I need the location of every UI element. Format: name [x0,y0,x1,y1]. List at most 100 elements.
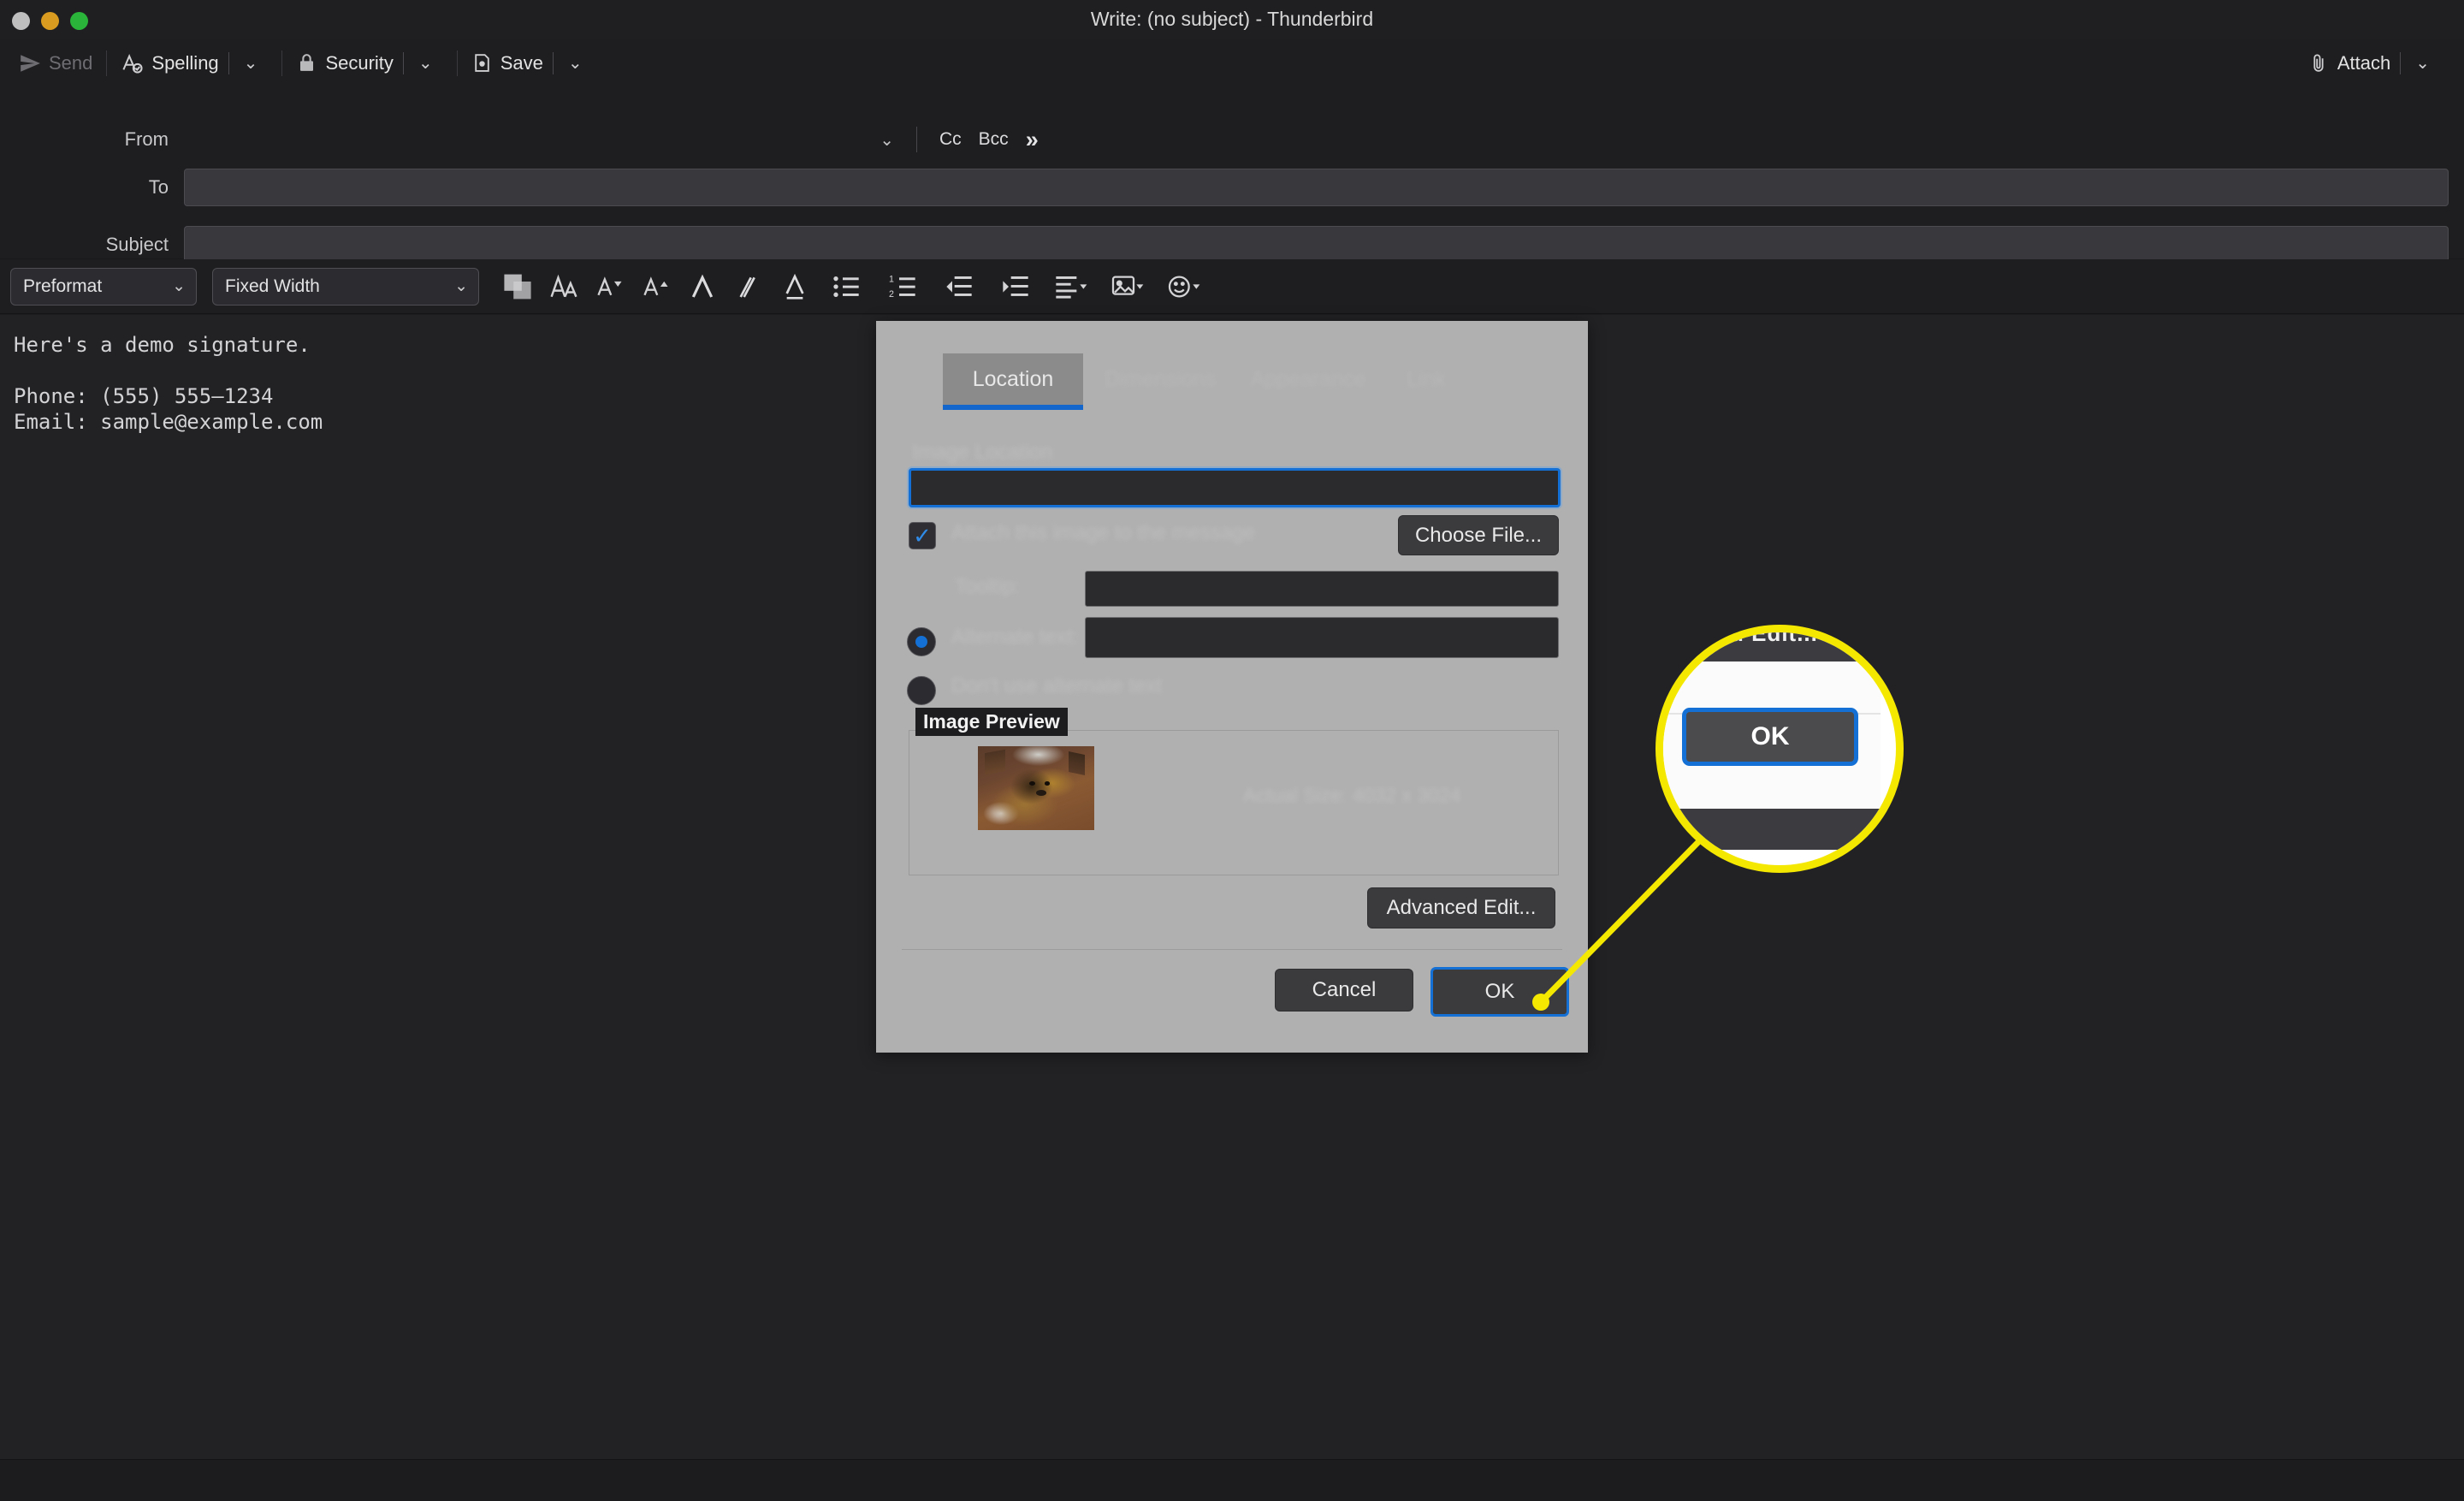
radio-dot [915,636,927,648]
image-preview-dimensions: Actual Size: 4032 x 3024 [1243,784,1461,806]
thunderbird-compose-window: Write: (no subject) - Thunderbird Send S… [0,0,2464,1501]
callout-magnifier: d Edit... OK [1656,625,1904,873]
text-color-icon[interactable] [495,264,541,309]
font-family-select[interactable]: Fixed Width ⌄ [212,267,479,306]
callout-click-point [1532,994,1549,1011]
from-row: From ⌄ Cc Bcc » [0,122,2464,157]
save-label: Save [500,51,543,74]
subject-input[interactable] [184,226,2449,264]
dialog-tabs: Location Dimensions Appearance Link [876,321,1588,417]
cc-button[interactable]: Cc [931,126,970,153]
advanced-edit-button[interactable]: Advanced Edit... [1367,887,1555,928]
dog-ear-left [985,749,1006,775]
image-preview-box: Actual Size: 4032 x 3024 [909,730,1559,875]
subject-label: Subject [105,234,169,255]
tab-appearance[interactable]: Appearance [1244,353,1372,405]
image-preview-thumbnail [978,746,1094,830]
toolbar-divider [456,50,458,76]
tab-location[interactable]: Location [943,353,1083,410]
message-body-text[interactable]: Here's a demo signature. Phone: (555) 55… [14,332,323,435]
attach-image-checkbox[interactable]: ✓ [909,522,936,549]
security-chevron-down-icon[interactable]: ⌄ [412,52,443,74]
spelling-label: Spelling [151,51,219,74]
send-button[interactable]: Send [10,44,101,82]
chevron-down-icon: ⌄ [454,277,468,295]
from-selector[interactable]: ⌄ [184,122,903,157]
emoji-icon[interactable] [1157,264,1213,309]
callout-content: d Edit... OK [1663,632,1881,850]
callout-ok-button: OK [1682,708,1858,766]
send-icon [19,52,41,74]
cancel-label: Cancel [1312,978,1377,1001]
send-label: Send [49,51,93,74]
callout-top-strip: d Edit... [1663,632,1881,662]
image-properties-dialog: Location Dimensions Appearance Link Imag… [876,321,1588,1053]
increase-indent-icon[interactable] [987,264,1044,309]
ok-button[interactable]: OK [1430,967,1569,1017]
numbered-list-icon[interactable]: 1 2 [874,264,931,309]
insert-image-icon[interactable] [1100,264,1157,309]
status-bar [0,1459,2464,1501]
spelling-chevron-down-icon[interactable]: ⌄ [237,52,269,74]
save-icon [471,52,493,74]
spelling-split [228,51,229,74]
increase-font-size-icon[interactable] [633,264,679,309]
alternate-text-label: Alternate text: [951,626,1079,649]
to-input[interactable] [184,169,2449,206]
dog-eye-left [1028,781,1035,786]
to-row: To [0,169,2464,206]
bullet-list-icon[interactable] [818,264,874,309]
tab-dimensions[interactable]: Dimensions [1100,353,1220,405]
save-chevron-down-icon[interactable]: ⌄ [561,52,593,74]
choose-file-button[interactable]: Choose File... [1398,515,1559,555]
italic-icon[interactable] [726,264,772,309]
window-title: Write: (no subject) - Thunderbird [1090,8,1374,30]
dog-nose [1036,789,1047,796]
from-chevron-down-icon[interactable]: ⌄ [880,129,903,151]
title-bar: Write: (no subject) - Thunderbird [0,0,2464,39]
svg-text:2: 2 [889,289,894,300]
callout-bottom-strip [1663,809,1881,850]
callout-ok-label: OK [1750,722,1790,750]
cancel-button[interactable]: Cancel [1275,969,1413,1012]
from-label: From [124,128,169,150]
security-button[interactable]: Security ⌄ [287,44,451,82]
chevron-down-icon: ⌄ [172,277,186,295]
decrease-font-size-icon[interactable] [587,264,633,309]
lock-icon [296,52,317,74]
more-recipients-icon[interactable]: » [1017,127,1047,153]
spelling-button[interactable]: Spelling ⌄ [112,44,276,82]
paragraph-style-value: Preformat [23,276,103,296]
security-label: Security [325,51,394,74]
paperclip-icon [2308,52,2330,74]
no-alternate-text-radio[interactable] [907,676,936,705]
align-icon[interactable] [1044,264,1100,309]
save-split [552,51,554,74]
font-size-icon[interactable] [541,264,587,309]
advanced-edit-label: Advanced Edit... [1386,896,1537,919]
tab-link[interactable]: Link [1396,353,1456,405]
tab-link-label: Link [1407,366,1446,391]
paragraph-style-select[interactable]: Preformat ⌄ [10,267,197,306]
attach-image-label: Attach this image to the message [951,521,1255,544]
toolbar-divider [106,50,108,76]
dog-eye-right [1044,781,1051,786]
tooltip-label: Tooltip: [955,575,1021,598]
image-preview-legend: Image Preview [915,708,1068,736]
bold-icon[interactable] [679,264,726,309]
attach-chevron-down-icon[interactable]: ⌄ [2408,52,2440,74]
attach-button[interactable]: Attach ⌄ [2300,44,2449,82]
no-alternate-text-label: Don't use alternate text [951,674,1163,697]
security-split [402,51,404,74]
alternate-text-radio[interactable] [907,627,936,656]
bcc-button[interactable]: Bcc [970,126,1017,153]
underline-icon[interactable] [772,264,818,309]
decrease-indent-icon[interactable] [931,264,987,309]
image-location-label: Image Location [912,441,1053,464]
tab-dimensions-label: Dimensions [1104,366,1217,391]
save-button[interactable]: Save ⌄ [463,44,601,82]
alternate-text-input[interactable] [1085,617,1559,658]
image-location-input[interactable] [909,468,1561,507]
tooltip-input[interactable] [1085,571,1559,607]
font-family-value: Fixed Width [225,276,320,296]
